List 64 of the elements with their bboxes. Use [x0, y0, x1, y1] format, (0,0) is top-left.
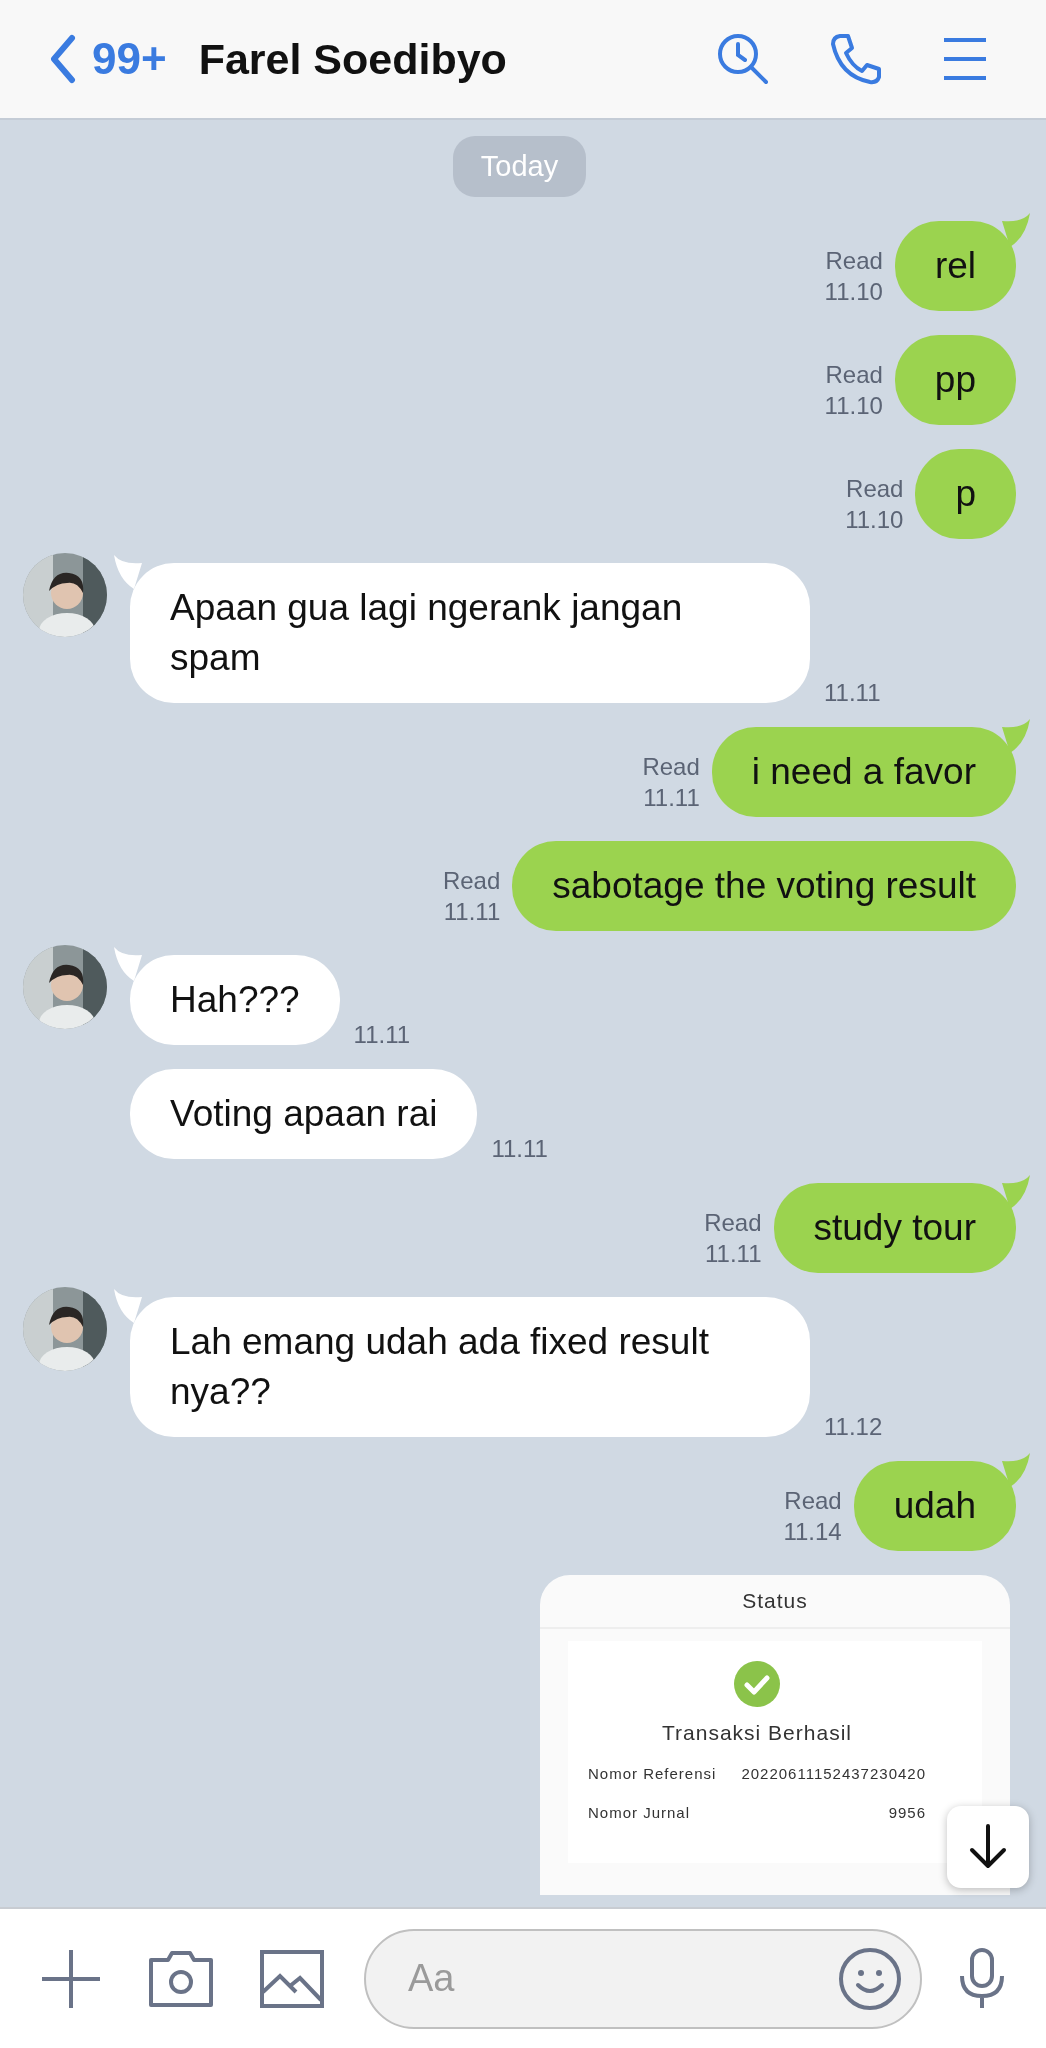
read-label: Read	[846, 473, 904, 504]
receipt-value: 20220611152437230420	[740, 1765, 926, 1782]
message-bubble[interactable]: Hah???	[130, 955, 340, 1045]
message-time: 11.12	[824, 1413, 883, 1441]
date-pill: Today	[452, 136, 587, 197]
camera-icon	[148, 1949, 214, 2008]
message-field[interactable]: Aa	[364, 1928, 922, 2029]
plus-icon	[40, 1947, 102, 2010]
receipt-card[interactable]: Status Transaksi Berhasil Nomor Referensi 20220611152437230420 Nomor Jurnal 9956	[540, 1575, 1010, 1895]
down-arrow-icon	[968, 1824, 1008, 1870]
message-bubble[interactable]: Lah emang udah ada fixed result nya??	[130, 1297, 810, 1437]
receipt-title: Transaksi Berhasil	[662, 1721, 852, 1745]
message-time: 11.10	[824, 390, 883, 421]
read-label: Read	[642, 751, 700, 782]
microphone-icon	[958, 1947, 1006, 2010]
read-label: Read	[825, 245, 883, 276]
message-input[interactable]: Aa	[406, 1956, 838, 2001]
message-time: 11.11	[824, 679, 881, 707]
message-time: 11.14	[783, 1516, 842, 1547]
read-label: Read	[825, 359, 883, 390]
message-time: 11.10	[845, 504, 904, 535]
check-icon	[734, 1661, 780, 1707]
message-bubble[interactable]: sabotage the voting result	[512, 841, 1016, 931]
bubble-tail	[1002, 719, 1030, 753]
message-bubble[interactable]: rel	[894, 221, 1016, 311]
message-bubble[interactable]: Apaan gua lagi ngerank jangan spam	[130, 563, 810, 703]
image-icon	[260, 1949, 324, 2008]
phone-icon[interactable]	[830, 32, 882, 86]
receipt-label: Nomor Referensi	[588, 1765, 718, 1782]
read-label: Read	[784, 1485, 842, 1516]
message-bubble[interactable]: Voting apaan rai	[130, 1069, 478, 1159]
message-bubble[interactable]: pp	[894, 335, 1016, 425]
receipt-label: Nomor Jurnal	[588, 1804, 692, 1821]
bubble-tail	[114, 1289, 142, 1323]
gallery-button[interactable]	[260, 1949, 324, 2008]
bubble-tail	[114, 947, 142, 981]
bubble-tail	[1002, 213, 1030, 247]
message-time: 11.11	[491, 1135, 548, 1163]
receipt-header: Status	[742, 1589, 808, 1612]
message-bubble[interactable]: p	[915, 449, 1016, 539]
receipt-value: 9956	[887, 1804, 926, 1821]
unread-count[interactable]: 99+	[92, 34, 167, 84]
add-button[interactable]	[40, 1947, 102, 2010]
scroll-down-button[interactable]	[947, 1806, 1029, 1888]
camera-button[interactable]	[148, 1949, 214, 2008]
message-time: 11.11	[353, 1021, 411, 1049]
message-bubble[interactable]: udah	[853, 1461, 1016, 1551]
emoji-icon[interactable]	[838, 1946, 902, 2011]
message-bubble[interactable]: study tour	[773, 1183, 1016, 1273]
back-icon[interactable]	[50, 34, 76, 84]
read-label: Read	[442, 865, 501, 896]
message-time: 11.11	[705, 1238, 762, 1269]
bubble-tail	[114, 555, 142, 589]
chat-title: Farel Soedibyo	[198, 34, 507, 83]
search-icon[interactable]	[716, 32, 770, 86]
message-time: 11.10	[824, 276, 883, 307]
message-bubble[interactable]: i need a favor	[711, 727, 1016, 817]
bubble-tail	[1002, 1453, 1030, 1487]
voice-button[interactable]	[958, 1947, 1006, 2010]
read-label: Read	[704, 1207, 762, 1238]
message-time: 11.11	[643, 782, 700, 813]
bubble-tail	[1002, 1175, 1030, 1209]
menu-icon[interactable]	[942, 37, 988, 81]
message-time: 11.11	[443, 896, 501, 927]
